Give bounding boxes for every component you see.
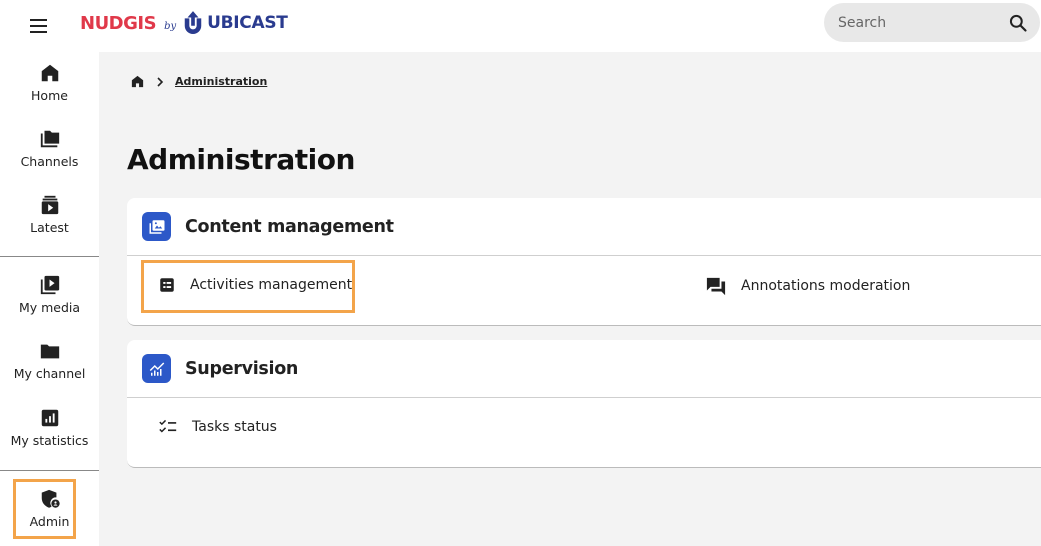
section-body: Tasks status [127, 398, 1041, 467]
checklist-icon [159, 419, 177, 433]
home-icon [41, 64, 58, 82]
link-label: Activities management [190, 277, 353, 293]
latest-video-icon [41, 195, 58, 215]
sidebar-item-label: My channel [13, 366, 86, 381]
sidebar-item-my-channel[interactable]: My channel [0, 340, 99, 381]
sidebar-item-my-statistics[interactable]: My statistics [0, 407, 99, 448]
sidebar-divider [0, 256, 99, 257]
section-title: Content management [185, 216, 394, 237]
activities-management-link[interactable]: Activities management [158, 276, 352, 294]
supervision-chart-icon [142, 354, 171, 383]
logo-by: by [164, 20, 177, 32]
logo-company: UBICAST [207, 13, 288, 33]
sidebar-item-label: My media [18, 300, 81, 315]
search-icon[interactable] [1008, 13, 1028, 33]
section-title: Supervision [185, 358, 299, 379]
ubicast-logo-icon [184, 11, 202, 34]
section-header: Content management [127, 198, 1041, 256]
logo-brand: NUDGIS [80, 12, 157, 34]
sidebar-item-channels[interactable]: Channels [0, 128, 99, 169]
annotations-moderation-link[interactable]: Annotations moderation [705, 276, 910, 296]
statistics-icon [41, 409, 58, 427]
page-title: Administration [127, 143, 355, 176]
search-bar[interactable] [824, 3, 1040, 42]
sidebar-item-label: Latest [30, 220, 69, 235]
top-header: NUDGIS by UBICAST [0, 0, 1041, 52]
breadcrumb-administration-link[interactable]: Administration [175, 75, 267, 88]
media-play-icon [40, 275, 59, 295]
sidebar-item-latest[interactable]: Latest [0, 194, 99, 235]
sidebar-item-home[interactable]: Home [0, 62, 99, 103]
admin-highlight-box [13, 479, 76, 539]
app-logo[interactable]: NUDGIS by UBICAST [80, 8, 288, 38]
link-label: Tasks status [192, 419, 277, 435]
home-icon[interactable] [130, 74, 145, 89]
sidebar-divider [0, 470, 99, 471]
section-body: Activities management Annotations modera… [127, 256, 1041, 325]
search-input[interactable] [838, 14, 998, 31]
section-header: Supervision [127, 340, 1041, 398]
content-management-section: Content management Activities management… [127, 198, 1041, 326]
folder-stack-icon [40, 130, 59, 148]
sidebar-item-label: My statistics [10, 433, 89, 448]
comments-icon [706, 277, 726, 296]
sidebar-item-label: Channels [20, 154, 79, 169]
tasks-status-link[interactable]: Tasks status [158, 418, 277, 436]
content-management-icon [142, 212, 171, 241]
folder-icon [40, 344, 59, 359]
chevron-right-icon [157, 76, 164, 87]
hamburger-menu-icon[interactable] [22, 12, 54, 40]
breadcrumb: Administration [130, 74, 267, 89]
sidebar-item-label: Home [31, 88, 68, 103]
link-label: Annotations moderation [741, 278, 911, 294]
list-icon [160, 278, 174, 292]
sidebar: Home Channels Latest My media My channel… [0, 52, 99, 546]
sidebar-item-my-media[interactable]: My media [0, 274, 99, 315]
supervision-section: Supervision Tasks status [127, 340, 1041, 468]
